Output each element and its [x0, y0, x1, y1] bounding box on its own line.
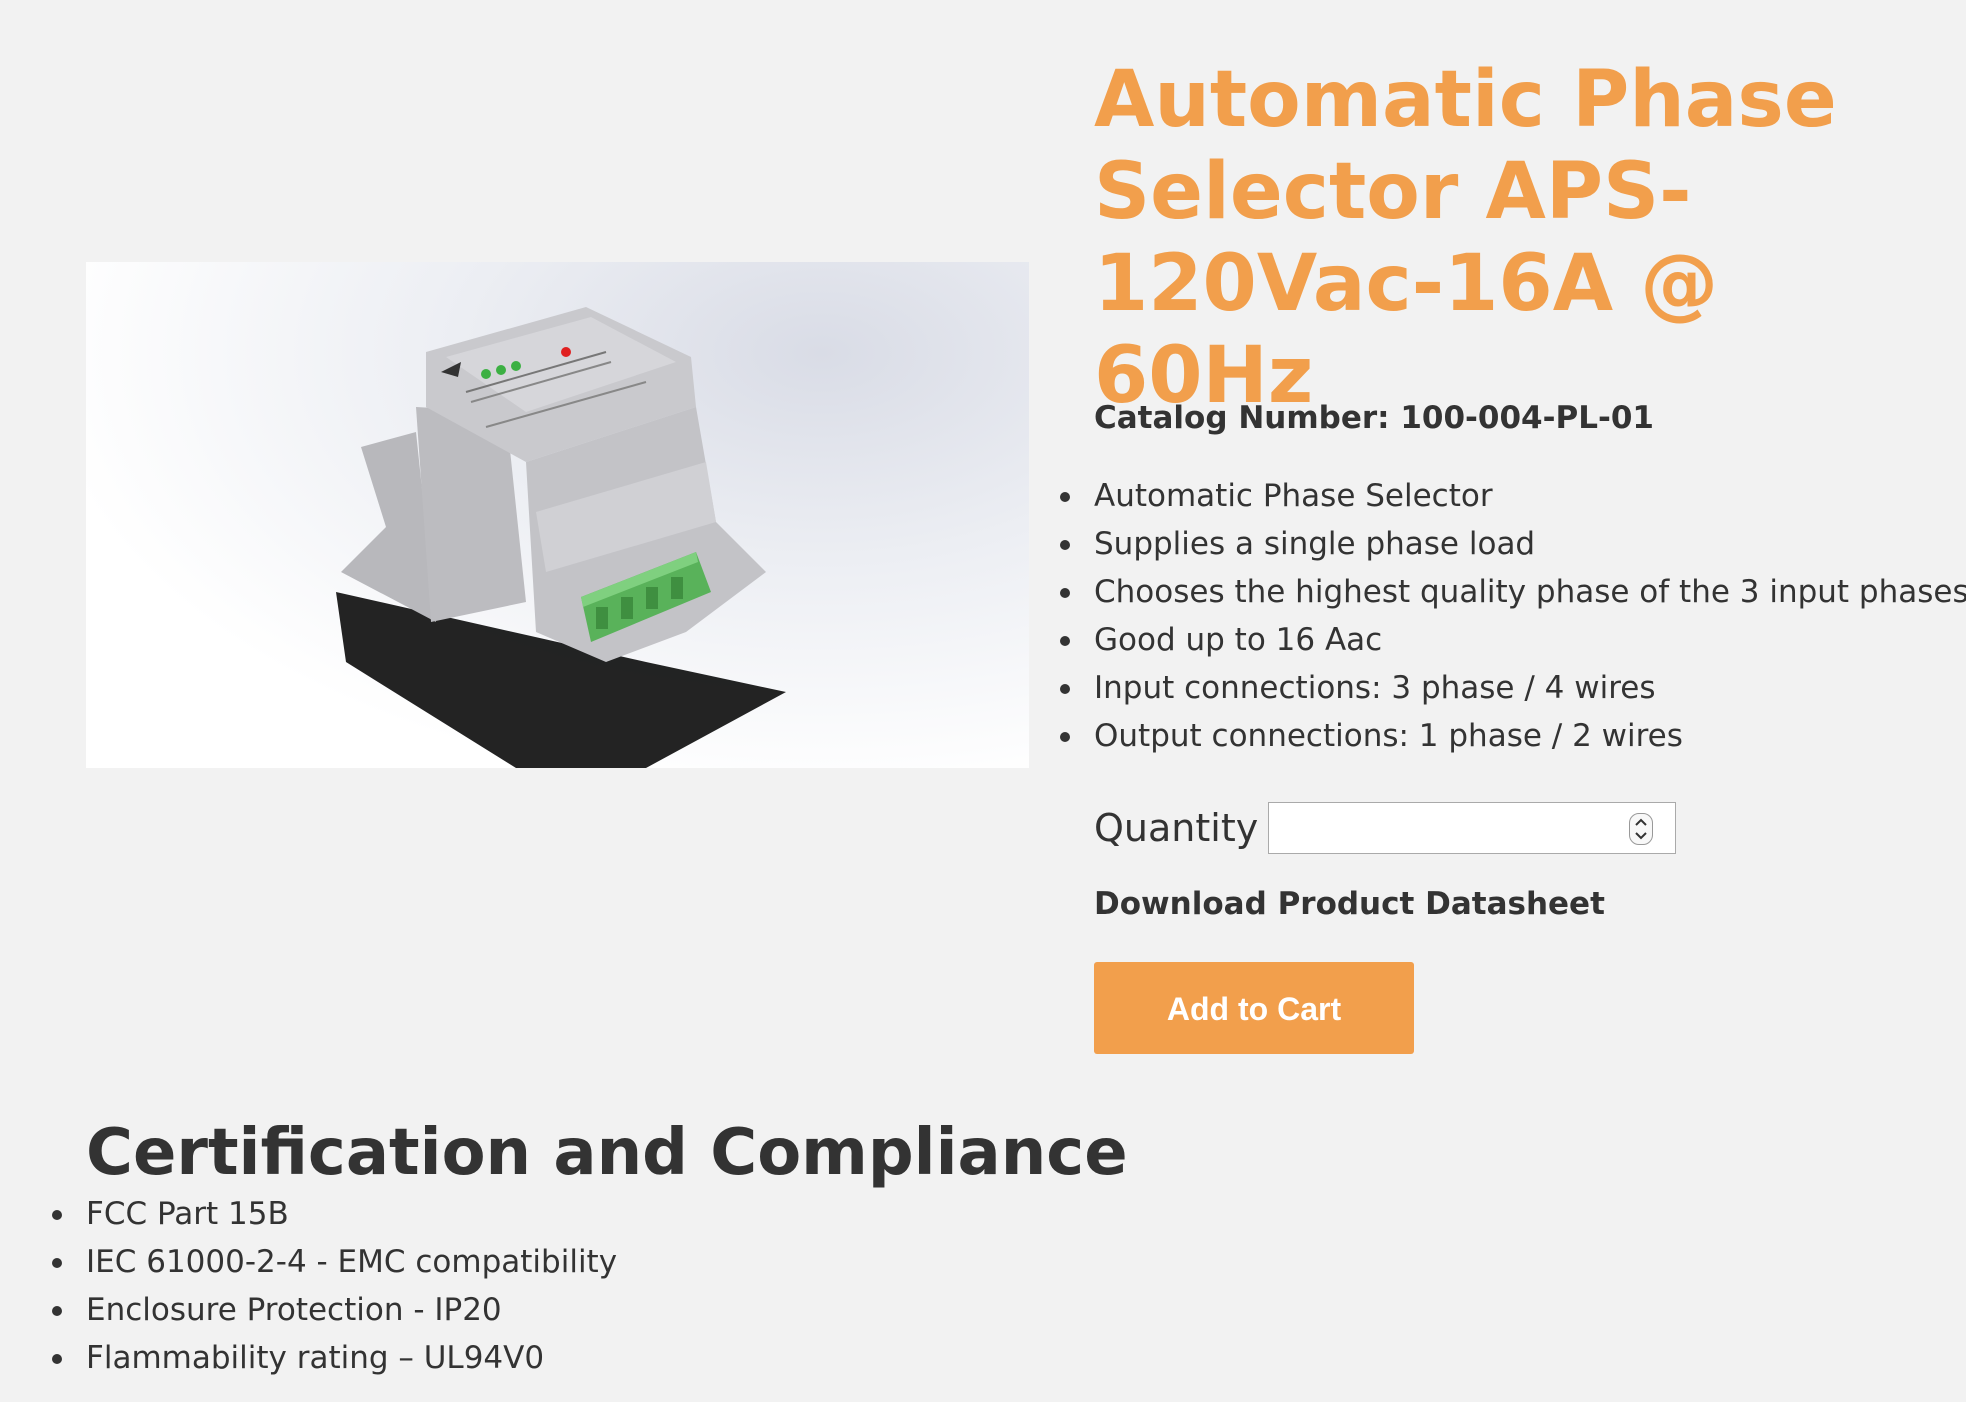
download-datasheet-link[interactable]: Download Product Datasheet: [1094, 886, 1605, 922]
product-photo-illustration: [336, 307, 786, 768]
catalog-number: Catalog Number: 100-004-PL-01: [1094, 400, 1654, 436]
certification-list: FCC Part 15B IEC 61000-2-4 - EMC compati…: [51, 1190, 617, 1382]
list-item: FCC Part 15B: [51, 1190, 617, 1238]
list-item: Output connections: 1 phase / 2 wires: [1060, 712, 1966, 760]
list-item: IEC 61000-2-4 - EMC compatibility: [51, 1238, 617, 1286]
quantity-label: Quantity: [1094, 806, 1259, 850]
add-to-cart-button[interactable]: Add to Cart: [1094, 962, 1414, 1054]
list-item: Input connections: 3 phase / 4 wires: [1060, 664, 1966, 712]
stepper-arrows-icon[interactable]: [1629, 813, 1654, 845]
quantity-stepper[interactable]: [1268, 802, 1677, 854]
product-title: Automatic Phase Selector APS-120Vac-16A …: [1094, 55, 1837, 421]
list-item: Enclosure Protection - IP20: [51, 1286, 617, 1334]
feature-list: Automatic Phase Selector Supplies a sing…: [1060, 472, 1966, 760]
list-item: Flammability rating – UL94V0: [51, 1334, 617, 1382]
list-item: Automatic Phase Selector: [1060, 472, 1966, 520]
certification-heading: Certification and Compliance: [86, 1116, 1128, 1190]
product-image: [86, 262, 1029, 768]
list-item: Good up to 16 Aac: [1060, 616, 1966, 664]
list-item: Supplies a single phase load: [1060, 520, 1966, 568]
list-item: Chooses the highest quality phase of the…: [1060, 568, 1966, 616]
quantity-row: Quantity: [1094, 802, 1677, 854]
